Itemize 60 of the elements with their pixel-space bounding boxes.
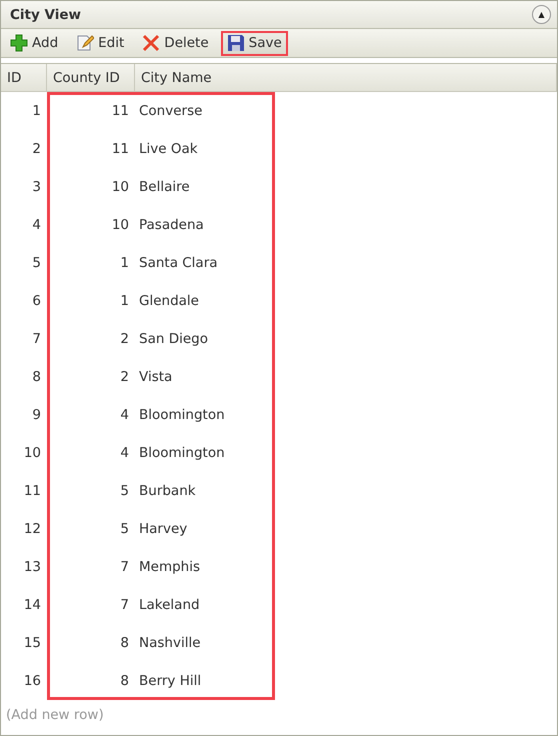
table-cell: 13 <box>24 559 41 575</box>
table-cell: 10 <box>24 445 41 461</box>
table-cell: Glendale <box>139 293 199 309</box>
document-pencil-icon <box>76 34 94 52</box>
table-cell: 4 <box>32 217 41 233</box>
table-cell: 9 <box>32 407 41 423</box>
table-cell: 8 <box>32 369 41 385</box>
panel-title: City View <box>10 6 81 22</box>
table-cell: 5 <box>120 483 129 499</box>
table-cell: Converse <box>139 103 202 119</box>
table-cell: 5 <box>32 255 41 271</box>
table-cell: 10 <box>112 217 129 233</box>
table-cell: 2 <box>32 141 41 157</box>
table-cell: 6 <box>32 293 41 309</box>
save-button[interactable]: Save <box>220 30 288 56</box>
table-cell: Pasadena <box>139 217 204 233</box>
table-cell: 14 <box>24 597 41 613</box>
table-cell: Live Oak <box>139 141 198 157</box>
collapse-button[interactable]: ▲ <box>532 5 551 24</box>
table-cell: 11 <box>112 103 129 119</box>
table-cell: Berry Hill <box>139 673 202 689</box>
table-cell: Bloomington <box>139 407 225 423</box>
table-cell: 16 <box>24 673 41 689</box>
table-cell: Lakeland <box>139 597 200 613</box>
table-cell: Memphis <box>139 559 200 575</box>
delete-button[interactable]: Delete <box>136 30 215 56</box>
column-header[interactable]: City Name <box>135 64 557 91</box>
table-cell: Vista <box>139 369 172 385</box>
table-cell: 3 <box>32 179 41 195</box>
plus-icon <box>10 34 28 52</box>
table-cell: 4 <box>120 445 129 461</box>
table-cell: Nashville <box>139 635 201 651</box>
table-cell: Burbank <box>139 483 196 499</box>
table-cell: 2 <box>120 331 129 347</box>
table-cell: 7 <box>120 559 129 575</box>
table-cell: 11 <box>24 483 41 499</box>
table-cell: 2 <box>120 369 129 385</box>
x-icon <box>142 34 160 52</box>
table-cell: Bellaire <box>139 179 190 195</box>
table-cell: 12 <box>24 521 41 537</box>
table-cell: 7 <box>120 597 129 613</box>
table-cell: 4 <box>120 407 129 423</box>
add-button[interactable]: Add <box>4 30 64 56</box>
column-header[interactable]: County ID <box>47 64 135 91</box>
table-cell: 10 <box>112 179 129 195</box>
table-cell: 8 <box>120 673 129 689</box>
table-cell: 11 <box>112 141 129 157</box>
table-cell: San Diego <box>139 331 208 347</box>
table-cell: 7 <box>32 331 41 347</box>
table-cell: 5 <box>120 521 129 537</box>
table-cell: 15 <box>24 635 41 651</box>
table-cell: Santa Clara <box>139 255 218 271</box>
table-cell: Harvey <box>139 521 188 537</box>
table-cell: 8 <box>120 635 129 651</box>
table-cell: 1 <box>32 103 41 119</box>
table-cell: Bloomington <box>139 445 225 461</box>
table-cell: 1 <box>120 255 129 271</box>
table-cell: 1 <box>120 293 129 309</box>
column-header[interactable]: ID <box>1 64 47 91</box>
edit-button[interactable]: Edit <box>70 30 130 56</box>
